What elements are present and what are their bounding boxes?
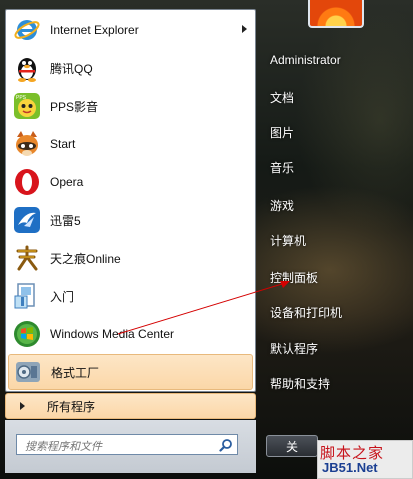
watermark-logo: 脚本之家 JB51.Net bbox=[317, 440, 413, 479]
annotation-arrow bbox=[117, 281, 290, 335]
watermark-line2: JB51.Net bbox=[322, 460, 378, 475]
